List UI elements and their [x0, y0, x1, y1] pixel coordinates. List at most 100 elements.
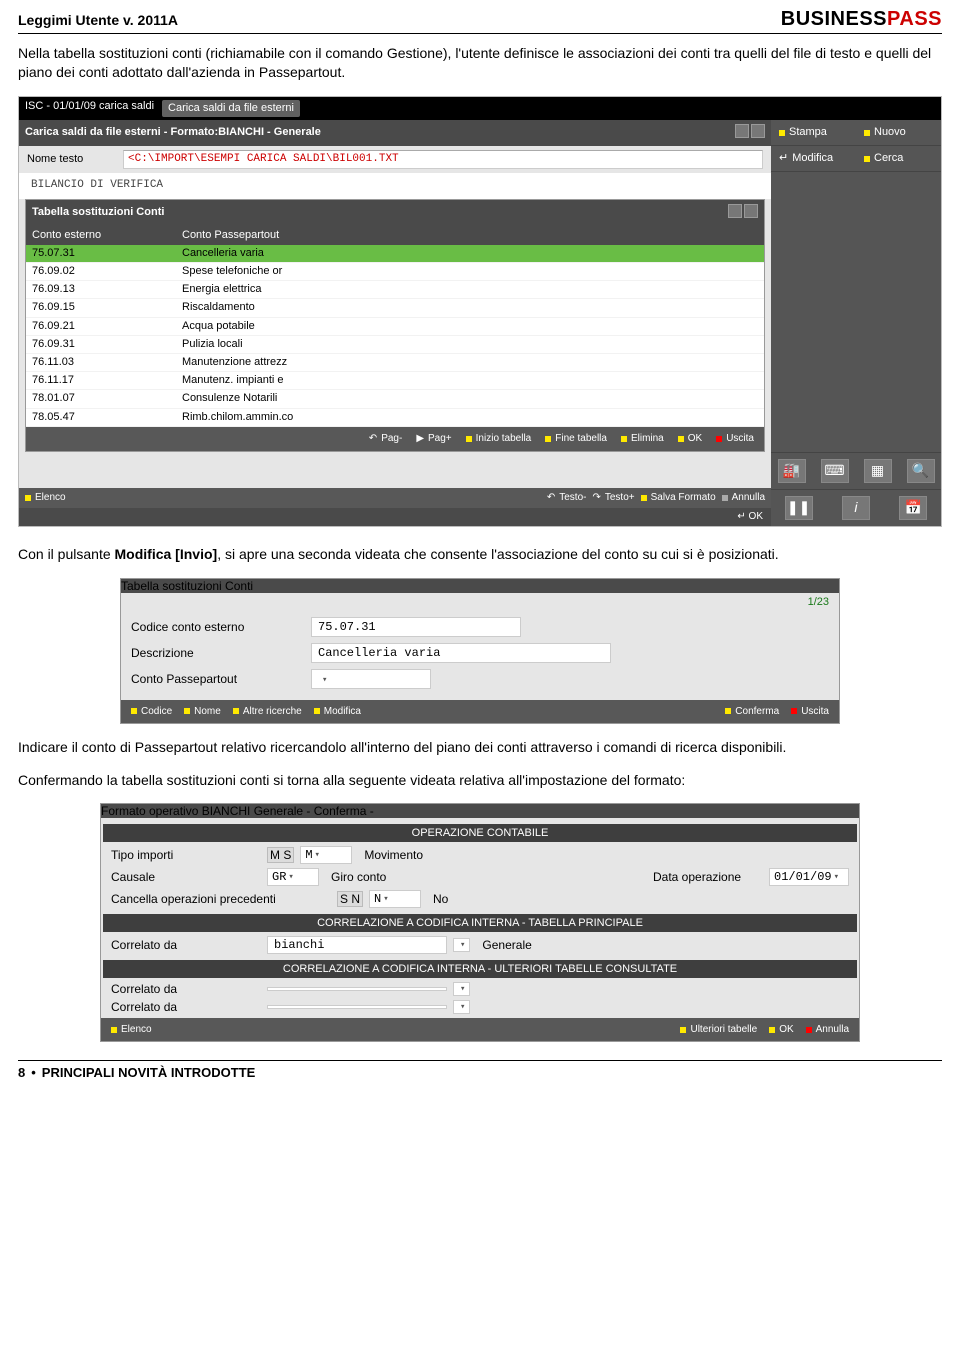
elenco-button[interactable]: Elenco [25, 492, 66, 504]
p2-c: , si apre una seconda videata che consen… [217, 546, 778, 562]
modal2-button-bar: Codice Nome Altre ricerche Modifica Conf… [121, 700, 839, 723]
correlato2-value[interactable] [267, 987, 447, 991]
keyboard-icon[interactable]: ⌨ [821, 459, 849, 483]
ok-strip[interactable]: ↵ OK [19, 508, 771, 526]
row-code: 78.05.47 [32, 411, 182, 424]
inner-button-bar: ↶Pag- ▶Pag+ Inizio tabella Fine tabella … [26, 427, 764, 451]
stampa-button[interactable]: Stampa [771, 120, 856, 146]
correlato3-value[interactable] [267, 1005, 447, 1009]
codice-button[interactable]: Codice [127, 704, 176, 719]
table-row[interactable]: 76.09.15Riscaldamento [26, 299, 764, 317]
brand-pass: PASS [887, 8, 942, 30]
ok-button-3[interactable]: OK [765, 1022, 797, 1037]
data-operazione-value[interactable]: 01/01/09▾ [769, 868, 849, 886]
table-row[interactable]: 76.09.13Energia elettrica [26, 281, 764, 299]
main-title-text: Carica saldi da file esterni - Formato:B… [25, 126, 321, 139]
codice-value[interactable]: 75.07.31 [311, 617, 521, 637]
record-counter: 1/23 [121, 593, 839, 608]
table-row[interactable]: 76.11.03Manutenzione attrezz [26, 354, 764, 372]
context-tab: Carica saldi da file esterni [162, 100, 300, 117]
doc-title: Leggimi Utente v. 2011A [18, 12, 178, 28]
fine-tabella-button[interactable]: Fine tabella [541, 431, 611, 447]
annulla-button-3[interactable]: Annulla [802, 1022, 853, 1037]
causale-value[interactable]: GR▾ [267, 868, 319, 886]
row-code: 76.09.15 [32, 301, 182, 314]
pag-plus-button[interactable]: ▶Pag+ [412, 431, 455, 447]
pause-icon[interactable]: ❚❚ [785, 496, 813, 520]
tipo-importi-value[interactable]: M▾ [300, 846, 352, 864]
elimina-button[interactable]: Elimina [617, 431, 668, 447]
descr-value[interactable]: Cancelleria varia [311, 643, 611, 663]
table-row[interactable]: 78.01.07Consulenze Notarili [26, 390, 764, 408]
search-icon[interactable]: 🔍 [907, 459, 935, 483]
altre-ricerche-button[interactable]: Altre ricerche [229, 704, 306, 719]
factory-icon[interactable]: 🏭 [778, 459, 806, 483]
modifica-button[interactable]: ↵Modifica [771, 146, 856, 172]
paragraph-1: Nella tabella sostituzioni conti (richia… [18, 44, 942, 82]
table-row[interactable]: 76.09.31Pulizia locali [26, 336, 764, 354]
cancella-label: Cancella operazioni precedenti [111, 892, 331, 906]
testo-minus-button[interactable]: ↶Testo- [547, 492, 587, 504]
salva-formato-button[interactable]: Salva Formato [641, 492, 716, 504]
modal3-title: Formato operativo BIANCHI Generale - Con… [101, 804, 374, 818]
cancella-chips: S N [337, 891, 363, 907]
screenshot-1: ISC - 01/01/09 carica saldi Carica saldi… [18, 96, 942, 527]
cerca-button[interactable]: Cerca [856, 146, 941, 172]
correlato-dd[interactable]: ▾ [453, 938, 470, 952]
bilancio-line: BILANCIO DI VERIFICA [27, 177, 763, 194]
grid-icon[interactable]: ▦ [864, 459, 892, 483]
table-row[interactable]: 75.07.31Cancelleria varia [26, 245, 764, 263]
nome-button[interactable]: Nome [180, 704, 225, 719]
conto-pass-label: Conto Passepartout [131, 672, 311, 686]
inizio-tabella-button[interactable]: Inizio tabella [462, 431, 536, 447]
correlato3-dd[interactable]: ▾ [453, 1000, 470, 1014]
testo-plus-button[interactable]: ↷Testo+ [592, 492, 634, 504]
table-row[interactable]: 78.05.47Rimb.chilom.ammin.co [26, 409, 764, 427]
section-name: PRINCIPALI NOVITÀ INTRODOTTE [42, 1065, 256, 1080]
window-controls[interactable] [733, 124, 765, 142]
descr-label: Descrizione [131, 646, 311, 660]
codice-label: Codice conto esterno [131, 620, 311, 634]
section-principale: CORRELAZIONE A CODIFICA INTERNA - TABELL… [103, 914, 857, 932]
correlato-text: Generale [482, 938, 531, 952]
row-code: 76.11.17 [32, 374, 182, 387]
p2-a: Con il pulsante [18, 546, 115, 562]
brand-business: BUSINESS [781, 8, 887, 30]
uscita-button[interactable]: Uscita [712, 431, 758, 447]
conferma-button[interactable]: Conferma [721, 704, 783, 719]
sub-title: Tabella sostituzioni Conti [32, 206, 164, 219]
nuovo-button[interactable]: Nuovo [856, 120, 941, 146]
table-row[interactable]: 76.11.17Manutenz. impianti e [26, 372, 764, 390]
info-icon[interactable]: i [842, 496, 870, 520]
row-desc: Consulenze Notarili [182, 392, 758, 405]
context-line: ISC - 01/01/09 carica saldi [25, 100, 154, 117]
main-window-title: Carica saldi da file esterni - Formato:B… [19, 120, 771, 146]
row-desc: Pulizia locali [182, 338, 758, 351]
modifica-button-2[interactable]: Modifica [310, 704, 365, 719]
elenco-label: Elenco [35, 492, 66, 504]
correlato2-dd[interactable]: ▾ [453, 982, 470, 996]
sub-window-controls[interactable] [726, 204, 758, 222]
ok-button[interactable]: OK [674, 431, 706, 447]
calendar-icon[interactable]: 📅 [899, 496, 927, 520]
table-row[interactable]: 76.09.21Acqua potabile [26, 318, 764, 336]
row-code: 78.01.07 [32, 392, 182, 405]
correlato-value[interactable]: bianchi [267, 936, 447, 954]
nome-testo-value[interactable]: <C:\IMPORT\ESEMPI CARICA SALDI\BIL001.TX… [123, 150, 763, 169]
row-desc: Manutenz. impianti e [182, 374, 758, 387]
page-footer: 8 • PRINCIPALI NOVITÀ INTRODOTTE [18, 1060, 942, 1080]
col-conto-pass: Conto Passepartout [182, 229, 758, 242]
elenco-button-3[interactable]: Elenco [107, 1022, 156, 1037]
ulteriori-tabelle-button[interactable]: Ulteriori tabelle [676, 1022, 761, 1037]
table-row[interactable]: 76.09.02Spese telefoniche or [26, 263, 764, 281]
tipo-importi-text: Movimento [364, 848, 423, 862]
pag-minus-button[interactable]: ↶Pag- [365, 431, 407, 447]
row-desc: Rimb.chilom.ammin.co [182, 411, 758, 424]
annulla-button[interactable]: Annulla [722, 492, 765, 504]
tipo-importi-chips: M S [267, 847, 294, 863]
conto-pass-value[interactable] [311, 669, 431, 689]
uscita-button-2[interactable]: Uscita [787, 704, 833, 719]
cancella-value[interactable]: N▾ [369, 890, 421, 908]
modal2-title: Tabella sostituzioni Conti [121, 579, 253, 593]
page-number: 8 [18, 1065, 25, 1080]
